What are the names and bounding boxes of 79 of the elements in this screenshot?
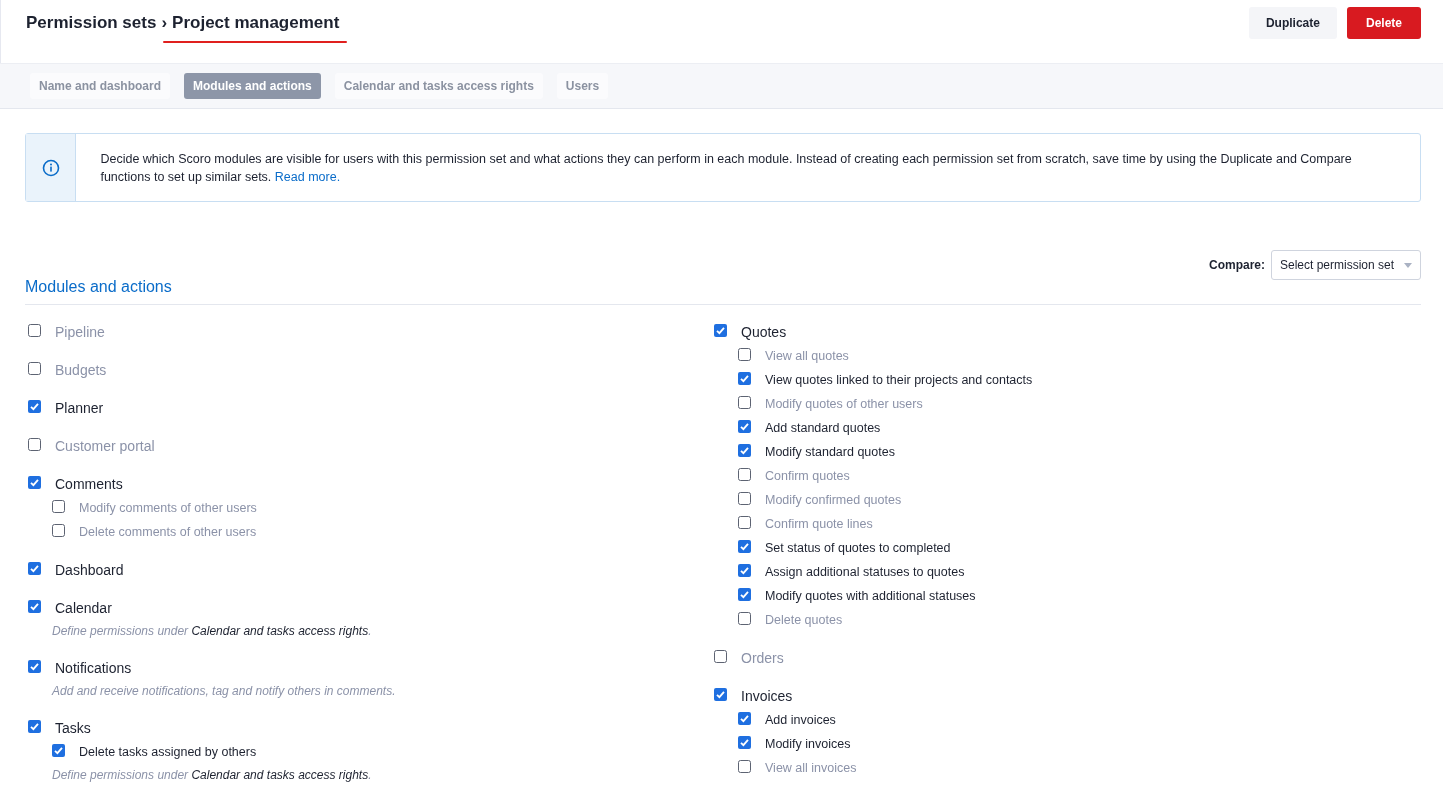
checkbox[interactable] bbox=[714, 649, 727, 663]
checkbox[interactable] bbox=[28, 323, 41, 337]
checkbox[interactable] bbox=[738, 347, 751, 361]
permission-set-select[interactable]: Select permission set bbox=[1271, 250, 1421, 280]
action-label: Delete comments of other users bbox=[79, 525, 257, 539]
checkbox[interactable] bbox=[738, 539, 751, 553]
compare-label: Compare: bbox=[1209, 258, 1265, 272]
action-label: Modify quotes of other users bbox=[765, 397, 923, 411]
checkbox[interactable] bbox=[28, 361, 41, 375]
action-label: Add invoices bbox=[765, 713, 836, 727]
module-label: Pipeline bbox=[55, 324, 105, 340]
module-label: Customer portal bbox=[55, 438, 155, 454]
action-label: Delete tasks assigned by others bbox=[79, 745, 257, 759]
action-label: Assign additional statuses to quotes bbox=[765, 565, 965, 579]
breadcrumb-separator: › bbox=[161, 13, 168, 33]
tab[interactable]: Calendar and tasks access rights bbox=[334, 73, 543, 99]
tab[interactable]: Name and dashboard bbox=[30, 73, 171, 99]
checkbox[interactable] bbox=[738, 467, 751, 481]
action-label: View all quotes bbox=[765, 349, 849, 363]
module-label: Dashboard bbox=[55, 562, 124, 578]
checkbox[interactable] bbox=[714, 687, 727, 701]
info-icon bbox=[41, 158, 60, 177]
checkbox[interactable] bbox=[738, 735, 751, 749]
action-label: Confirm quotes bbox=[765, 469, 850, 483]
checkbox[interactable] bbox=[738, 395, 751, 409]
tab[interactable]: Modules and actions bbox=[184, 73, 321, 99]
checkbox[interactable] bbox=[738, 371, 751, 385]
checkbox[interactable] bbox=[738, 515, 751, 529]
checkbox[interactable] bbox=[28, 561, 41, 575]
module-label: Notifications bbox=[55, 660, 132, 676]
action-label: View quotes linked to their projects and contacts bbox=[765, 373, 1033, 387]
checkbox[interactable] bbox=[738, 759, 751, 773]
checkbox[interactable] bbox=[28, 437, 41, 451]
module-note: Define permissions under Calendar and tasks access rights. bbox=[51, 623, 373, 640]
action-label: Delete quotes bbox=[765, 613, 843, 627]
breadcrumb-link[interactable]: Permission sets bbox=[26, 13, 157, 33]
module-label: Invoices bbox=[741, 688, 793, 704]
action-label: Add standard quotes bbox=[765, 421, 881, 435]
action-label: Modify confirmed quotes bbox=[765, 493, 902, 507]
checkbox[interactable] bbox=[738, 491, 751, 505]
checkbox[interactable] bbox=[738, 563, 751, 577]
module-note: Define permissions under Calendar and tasks access rights. bbox=[51, 767, 373, 784]
caret-icon bbox=[1404, 262, 1412, 268]
checkbox[interactable] bbox=[28, 399, 41, 413]
delete-button[interactable]: Delete bbox=[1346, 6, 1421, 39]
read-more-link[interactable]: Read more. bbox=[274, 170, 341, 184]
info-text: Decide which Scoro modules are visible for users with this permission set and what actions they can perform in each module. Instead of creating each permission set from scratch, save time by using the Duplicate and Compare functions to set up similar sets. Read more. bbox=[99, 151, 1353, 186]
action-label: Modify standard quotes bbox=[765, 445, 895, 459]
section-title: Modules and actions bbox=[25, 278, 1421, 305]
module-label: Tasks bbox=[55, 720, 91, 736]
checkbox[interactable] bbox=[738, 587, 751, 601]
tab[interactable]: Users bbox=[556, 73, 609, 99]
checkbox[interactable] bbox=[28, 719, 41, 733]
duplicate-button[interactable]: Duplicate bbox=[1248, 6, 1337, 39]
checkbox[interactable] bbox=[28, 599, 41, 613]
checkbox[interactable] bbox=[738, 611, 751, 625]
checkbox[interactable] bbox=[52, 499, 65, 513]
checkbox[interactable] bbox=[28, 659, 41, 673]
checkbox[interactable] bbox=[52, 743, 65, 757]
action-label: Modify comments of other users bbox=[79, 501, 257, 515]
module-note: Add and receive notifications, tag and notify others in comments. bbox=[50, 683, 397, 700]
action-label: View all invoices bbox=[765, 761, 857, 775]
action-label: Set status of quotes to completed bbox=[765, 541, 951, 555]
module-label: Budgets bbox=[55, 362, 107, 378]
checkbox[interactable] bbox=[738, 711, 751, 725]
module-label: Comments bbox=[55, 476, 123, 492]
checkbox[interactable] bbox=[28, 475, 41, 489]
page-title: Project management bbox=[172, 13, 340, 33]
action-label: Confirm quote lines bbox=[765, 517, 873, 531]
checkbox[interactable] bbox=[738, 419, 751, 433]
action-label: Modify quotes with additional statuses bbox=[765, 589, 976, 603]
action-label: Modify invoices bbox=[765, 737, 851, 751]
checkbox[interactable] bbox=[714, 323, 727, 337]
module-label: Calendar bbox=[55, 600, 112, 616]
module-label: Orders bbox=[741, 650, 784, 666]
checkbox[interactable] bbox=[52, 523, 65, 537]
checkbox[interactable] bbox=[738, 443, 751, 457]
module-label: Planner bbox=[55, 400, 104, 416]
module-label: Quotes bbox=[741, 324, 787, 340]
